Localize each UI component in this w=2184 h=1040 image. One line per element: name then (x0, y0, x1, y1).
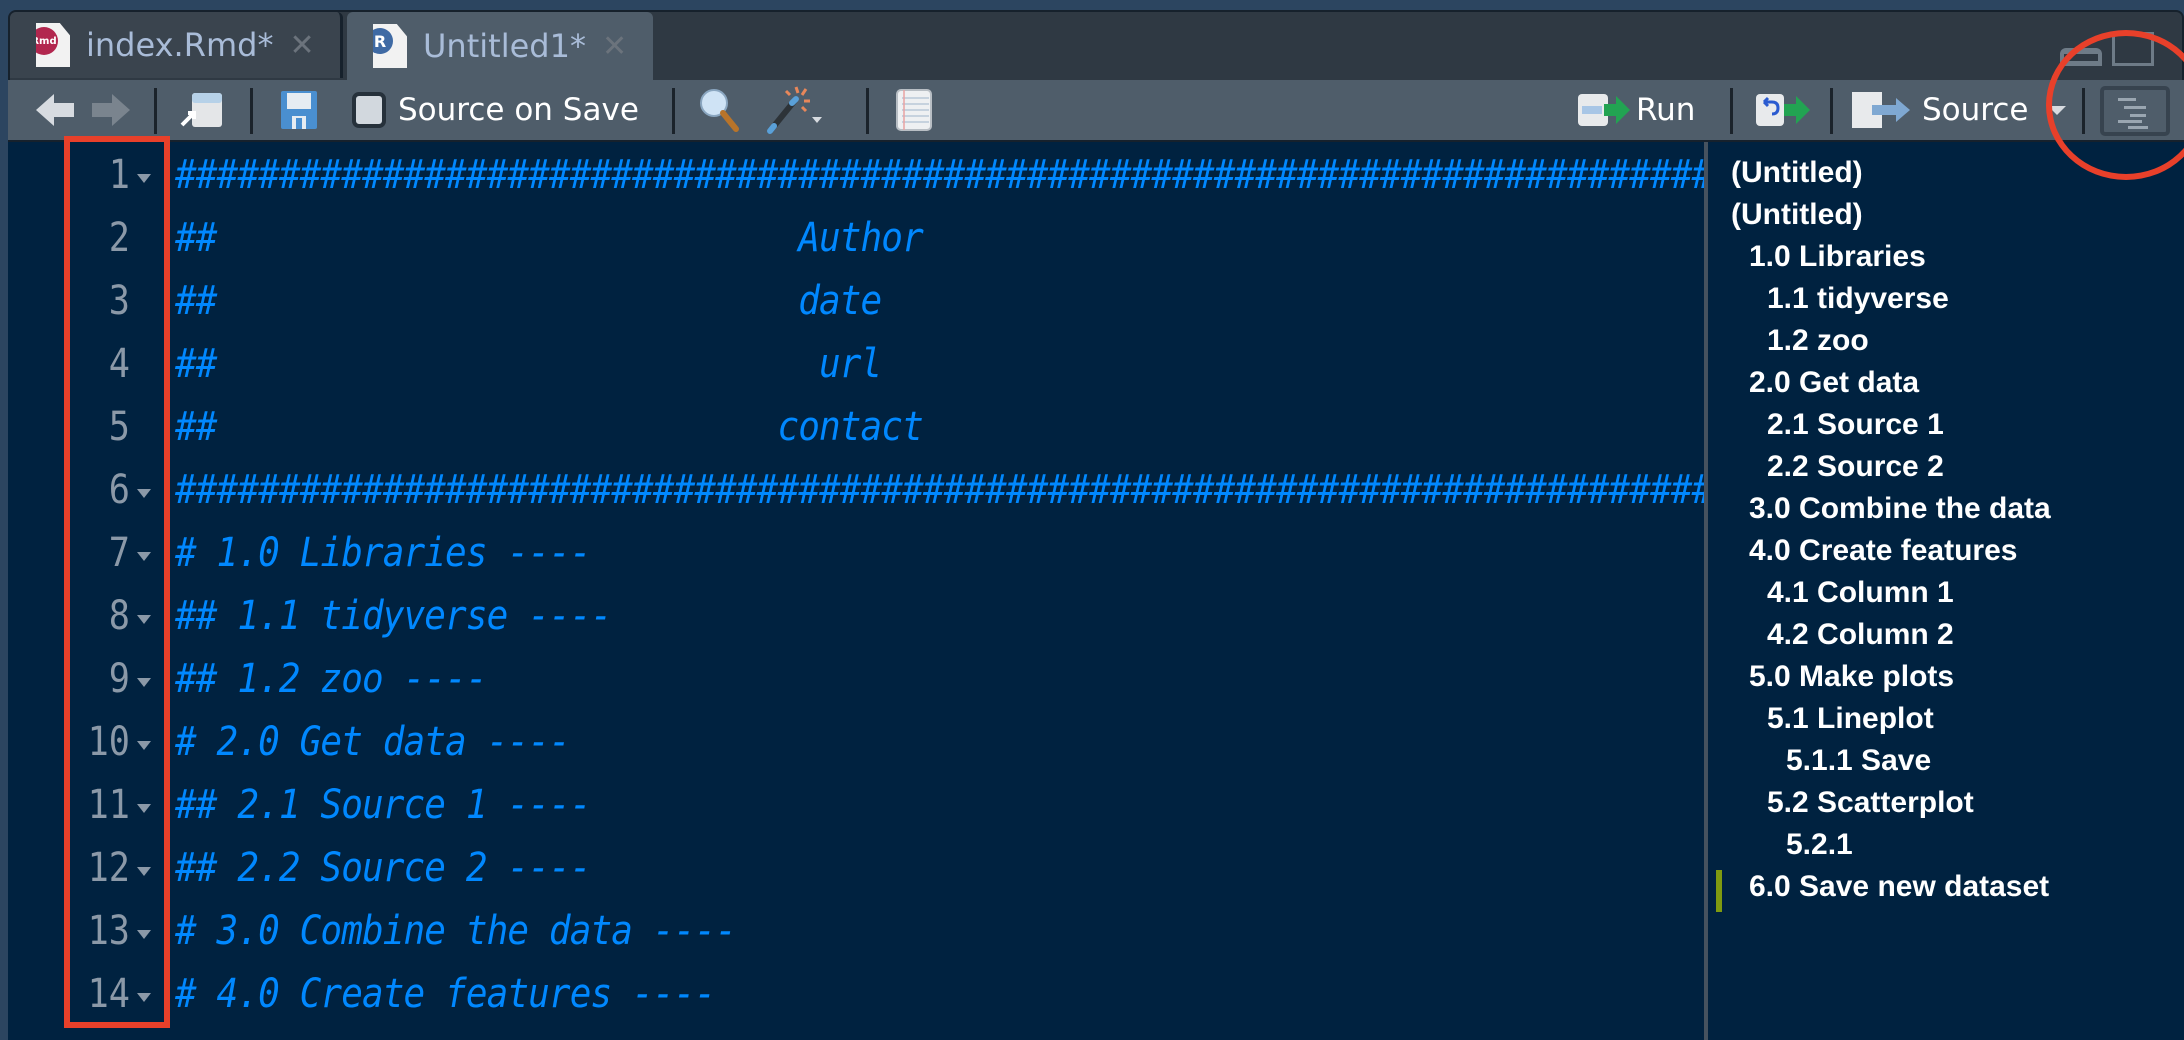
editor-toolbar: Source on Save Run Source (8, 80, 2184, 142)
close-icon[interactable]: ✕ (289, 28, 314, 63)
code-text: ## 1.2 zoo ---- (175, 656, 488, 702)
code-line[interactable]: 10 # 2.0 Get data ---- (8, 711, 1704, 774)
source-button[interactable]: Source (1850, 80, 2028, 140)
outline-item[interactable]: 1.2 zoo (1767, 324, 1869, 366)
annotation-highlight-gutter (64, 136, 170, 1028)
run-label: Run (1636, 92, 1696, 128)
outline-item[interactable]: 4.1 Column 1 (1767, 576, 1954, 618)
popout-icon (180, 93, 222, 127)
code-text: ## 1.1 tidyverse ---- (175, 593, 612, 639)
source-on-save-checkbox[interactable]: Source on Save (352, 80, 639, 140)
code-editor[interactable]: 1 #######################################… (8, 142, 1704, 1040)
run-icon (1578, 94, 1630, 126)
rerun-icon (1756, 94, 1810, 126)
toolbar-separator (866, 88, 869, 134)
code-line[interactable]: 7 # 1.0 Libraries ---- (8, 522, 1704, 585)
code-text: ########################################… (175, 152, 1704, 198)
code-text: # 2.0 Get data ---- (175, 719, 571, 765)
outline-item[interactable]: 5.1 Lineplot (1767, 702, 1934, 744)
code-text: # 4.0 Create features ---- (175, 971, 716, 1017)
document-outline: (Untitled) (Untitled) 1.0 Libraries 1.1 tid… (1708, 142, 2184, 1040)
save-icon (281, 91, 317, 129)
code-line[interactable]: 2 ## Author (8, 207, 1704, 270)
code-line[interactable]: 5 ## contact (8, 396, 1704, 459)
tab-label: Untitled1* (423, 27, 586, 65)
outline-item[interactable]: 1.1 tidyverse (1767, 282, 1949, 324)
code-line[interactable]: 1 #######################################… (8, 144, 1704, 207)
code-tools-button[interactable] (766, 80, 826, 140)
code-line[interactable]: 6 #######################################… (8, 459, 1704, 522)
outline-item[interactable]: 5.1.1 Save (1786, 744, 1931, 786)
back-button[interactable] (36, 80, 74, 140)
code-text: # 3.0 Combine the data ---- (175, 908, 737, 954)
notebook-icon (896, 89, 932, 131)
code-line[interactable]: 11 ## 2.1 Source 1 ---- (8, 774, 1704, 837)
code-line[interactable]: 8 ## 1.1 tidyverse ---- (8, 585, 1704, 648)
code-line[interactable]: 12 ## 2.2 Source 2 ---- (8, 837, 1704, 900)
outline-item[interactable]: 6.0 Save new dataset (1749, 870, 2049, 912)
outline-item[interactable]: (Untitled) (1731, 198, 1863, 240)
outline-item[interactable]: 2.2 Source 2 (1767, 450, 1944, 492)
source-on-save-label: Source on Save (398, 92, 639, 128)
compile-report-button[interactable] (894, 80, 934, 140)
outline-item[interactable]: 4.0 Create features (1749, 534, 2017, 576)
search-icon (700, 89, 739, 132)
tab-label: index.Rmd* (86, 26, 274, 64)
code-text: # 1.0 Libraries ---- (175, 530, 591, 576)
code-line[interactable]: 3 ## date (8, 270, 1704, 333)
outline-item[interactable]: 1.0 Libraries (1749, 240, 1926, 282)
outline-item[interactable]: 5.0 Make plots (1749, 660, 1954, 702)
code-line[interactable]: 14 # 4.0 Create features ---- (8, 963, 1704, 1026)
outline-item[interactable]: 3.0 Combine the data (1749, 492, 2051, 534)
run-button[interactable]: Run (1576, 80, 1695, 140)
outline-item[interactable]: 5.2.1 (1786, 828, 1853, 870)
rmd-file-icon: Rmd (36, 23, 70, 67)
arrow-left-icon (36, 94, 54, 126)
code-line[interactable]: 13 # 3.0 Combine the data ---- (8, 900, 1704, 963)
close-icon[interactable]: ✕ (602, 29, 627, 64)
tab-index-rmd[interactable]: Rmd index.Rmd* ✕ (10, 12, 343, 78)
outline-item[interactable]: 2.1 Source 1 (1767, 408, 1944, 450)
rerun-button[interactable] (1754, 80, 1814, 140)
code-text: ## url (175, 341, 882, 387)
code-line[interactable]: 4 ## url (8, 333, 1704, 396)
toolbar-separator (672, 88, 675, 134)
save-button[interactable] (280, 80, 318, 140)
outline-item[interactable]: 5.2 Scatterplot (1767, 786, 1974, 828)
code-text: ## 2.1 Source 1 ---- (175, 782, 591, 828)
code-text: ## date (175, 278, 882, 324)
toolbar-separator (250, 88, 253, 134)
code-text: ########################################… (175, 467, 1704, 513)
outline-item[interactable]: (Untitled) (1731, 156, 1863, 198)
checkbox[interactable] (352, 92, 386, 128)
tab-untitled1[interactable]: R Untitled1* ✕ (347, 12, 653, 80)
show-in-new-window-button[interactable] (180, 80, 224, 140)
current-section-marker (1716, 870, 1722, 912)
source-icon (1852, 92, 1910, 128)
code-text: ## contact (175, 404, 924, 450)
toolbar-separator (1730, 88, 1733, 134)
outline-item[interactable]: 2.0 Get data (1749, 366, 1919, 408)
code-text: ## Author (175, 215, 924, 261)
code-line[interactable]: 9 ## 1.2 zoo ---- (8, 648, 1704, 711)
code-text: ## 2.2 Source 2 ---- (175, 845, 591, 891)
magic-wand-icon (767, 86, 822, 134)
outline-item[interactable]: 4.2 Column 2 (1767, 618, 1954, 660)
find-replace-button[interactable] (698, 80, 742, 140)
forward-button[interactable] (92, 80, 130, 140)
toolbar-separator (1830, 88, 1833, 134)
arrow-right-icon (112, 94, 130, 126)
toolbar-separator (154, 88, 157, 134)
source-label: Source (1922, 92, 2029, 128)
r-file-icon: R (373, 24, 407, 68)
tab-strip: Rmd index.Rmd* ✕ R Untitled1* ✕ (0, 0, 2184, 80)
